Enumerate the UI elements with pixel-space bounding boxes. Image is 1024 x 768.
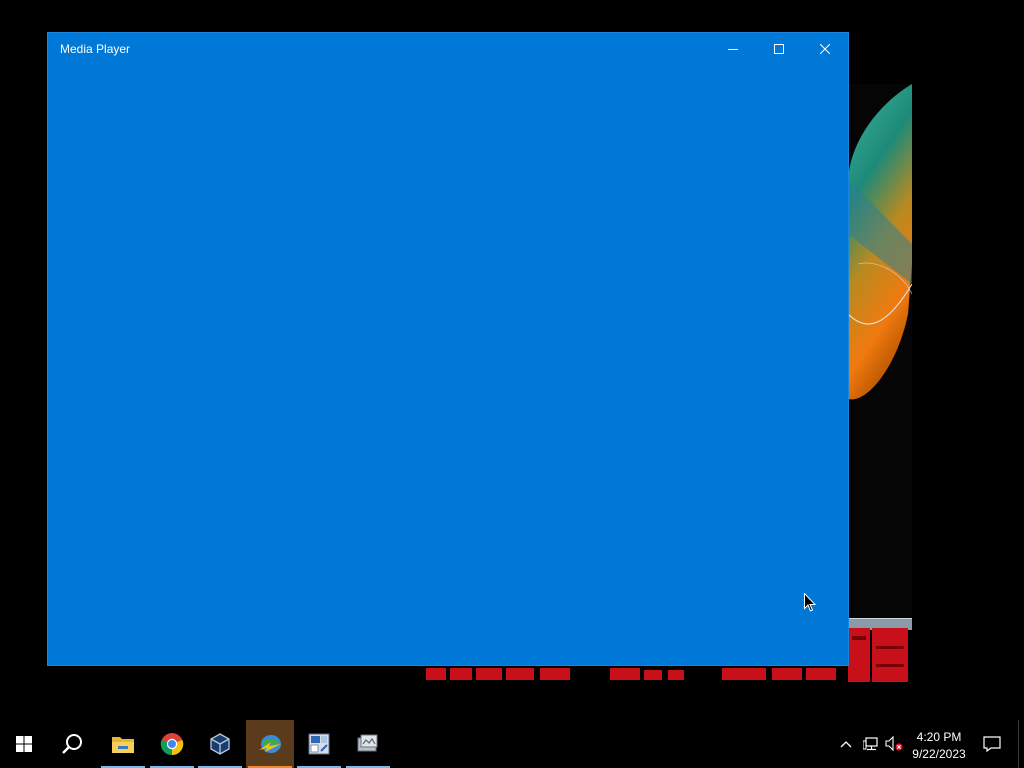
globe-download-icon xyxy=(259,735,281,753)
media-content-area[interactable] xyxy=(48,65,848,665)
volume-muted-icon xyxy=(885,736,903,752)
network-icon xyxy=(863,737,878,751)
calculator-icon xyxy=(308,733,330,755)
desktop: Media Player xyxy=(0,0,1024,720)
action-center-button[interactable] xyxy=(982,736,1002,752)
maximize-icon xyxy=(774,44,784,54)
close-button[interactable] xyxy=(802,33,848,65)
wallpaper-art xyxy=(848,84,912,400)
maximize-button[interactable] xyxy=(756,33,802,65)
taskbar-app-file-explorer[interactable] xyxy=(99,720,147,768)
show-desktop-divider[interactable] xyxy=(1018,720,1019,768)
notification-icon xyxy=(983,736,1001,752)
start-button[interactable] xyxy=(0,720,48,768)
show-hidden-icons-button[interactable] xyxy=(838,736,854,752)
taskbar-app-media[interactable] xyxy=(344,720,392,768)
title-bar[interactable]: Media Player xyxy=(48,33,848,65)
volume-tray-button[interactable] xyxy=(884,736,904,752)
clock[interactable]: 4:20 PM 9/22/2023 xyxy=(906,729,972,763)
search-button[interactable] xyxy=(48,720,96,768)
close-icon xyxy=(820,44,830,54)
minimize-icon xyxy=(728,49,738,50)
taskbar-app-download-manager[interactable] xyxy=(246,720,294,768)
taskbar-app-chrome[interactable] xyxy=(148,720,196,768)
chevron-up-icon xyxy=(840,741,852,748)
network-tray-button[interactable] xyxy=(862,736,880,752)
search-icon xyxy=(62,734,82,754)
minimize-button[interactable] xyxy=(710,33,756,65)
media-player-window[interactable]: Media Player xyxy=(48,33,848,665)
taskbar-app-virtualbox[interactable] xyxy=(196,720,244,768)
taskbar: 4:20 PM 9/22/2023 xyxy=(0,720,1024,768)
window-title: Media Player xyxy=(60,42,131,56)
clock-date: 9/22/2023 xyxy=(912,747,966,761)
background-window[interactable] xyxy=(848,84,912,629)
cube-icon xyxy=(210,733,230,755)
folder-icon xyxy=(112,737,134,753)
media-icon xyxy=(357,734,378,752)
mouse-cursor xyxy=(804,593,816,612)
chrome-icon xyxy=(160,733,184,756)
clock-time: 4:20 PM xyxy=(916,730,962,744)
taskbar-app-calculator[interactable] xyxy=(295,720,343,768)
windows-logo-icon xyxy=(16,736,32,752)
